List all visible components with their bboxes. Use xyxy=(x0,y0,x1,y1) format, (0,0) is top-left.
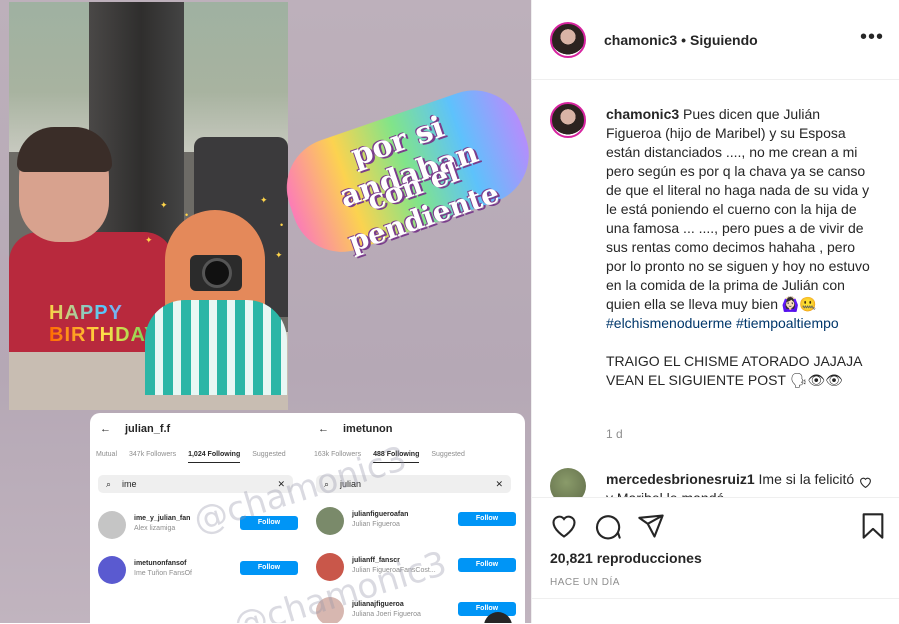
follow-button: Follow xyxy=(240,561,298,575)
row-fullname: Julian Figueroa xyxy=(352,521,400,528)
row-fullname: Ime Tuñon FansOf xyxy=(134,570,192,577)
row-username: imetunonfansof xyxy=(134,560,187,567)
save-bookmark-icon[interactable] xyxy=(859,512,887,540)
add-comment-area[interactable] xyxy=(532,598,899,624)
caption-body-2: TRAIGO EL CHISME ATORADO JAJAJA VEAN EL … xyxy=(606,353,862,388)
tab-following: 1,024 Following xyxy=(188,451,241,463)
panel-header: ← imetunon xyxy=(318,423,393,435)
panel-profile: imetunon xyxy=(343,423,393,435)
search-value: ime xyxy=(122,479,137,489)
header-user: chamonic3 • Siguiendo xyxy=(604,32,758,48)
list-item: imetunonfansof Ime Tuñon FansOf Follow xyxy=(98,554,298,586)
row-fullname: Alex lizamiga xyxy=(134,525,176,532)
panel-tabs: Mutual 347k Followers 1,024 Following Su… xyxy=(96,451,300,463)
panel-profile: julian_f.f xyxy=(125,423,171,435)
like-heart-icon[interactable] xyxy=(550,512,578,540)
follow-button: Follow xyxy=(458,558,516,572)
caption-text: chamonic3 Pues dicen que Julián Figueroa… xyxy=(606,105,876,390)
row-fullname: Juliana Joeri Figueroa xyxy=(352,611,421,618)
girl-shirt xyxy=(145,300,287,395)
search-icon: ⌕ xyxy=(106,479,112,489)
share-icon[interactable] xyxy=(637,512,665,540)
post-header: chamonic3 • Siguiendo ••• xyxy=(532,0,899,80)
comment-username[interactable]: mercedesbrionesruiz1 xyxy=(606,471,755,487)
comment-text: mercedesbrionesruiz1 Ime si la felicitó … xyxy=(606,470,856,497)
views-count[interactable]: 20,821 reproducciones xyxy=(550,550,702,566)
comment-row: mercedesbrionesruiz1 Ime si la felicitó … xyxy=(532,460,899,497)
row-username: ime_y_julian_fan xyxy=(134,515,191,522)
caption-body: Pues dicen que Julián Figueroa (hijo de … xyxy=(606,106,870,312)
tab-suggested: Suggested xyxy=(431,451,465,458)
hashtag-link[interactable]: #elchismenoduerme xyxy=(606,315,732,331)
tab-mutual: Mutual xyxy=(96,451,118,458)
avatar xyxy=(316,507,344,535)
tab-followers: 347k Followers xyxy=(129,451,177,458)
list-item: julianfigueroafan Julian Figueroa Follow xyxy=(316,505,516,537)
photographer-girl-sticker xyxy=(140,205,290,395)
heart-icon[interactable] xyxy=(859,476,872,491)
caption: chamonic3 Pues dicen que Julián Figueroa… xyxy=(532,80,899,460)
separator: • xyxy=(681,32,687,48)
avatar[interactable] xyxy=(550,22,586,58)
more-options-icon[interactable]: ••• xyxy=(860,26,884,49)
avatar[interactable] xyxy=(550,102,586,138)
hashtag-link[interactable]: #tiempoaltiempo xyxy=(736,315,839,331)
back-arrow-icon: ← xyxy=(318,423,329,435)
post-time[interactable]: HACE UN DÍA xyxy=(550,577,620,588)
panel-header: ← julian_f.f xyxy=(100,423,170,435)
avatar xyxy=(98,511,126,539)
caption-username[interactable]: chamonic3 xyxy=(606,106,679,122)
back-arrow-icon: ← xyxy=(100,423,111,435)
row-username: julianfigueroafan xyxy=(352,511,409,518)
header-username[interactable]: chamonic3 xyxy=(604,32,677,48)
post-media[interactable]: HAPPY BIRTHDAY ✦ • ✦ • ✦ ✦ por si andaba… xyxy=(0,0,531,623)
avatar[interactable] xyxy=(550,468,586,497)
following-button[interactable]: Siguiendo xyxy=(690,32,758,48)
post-sidebar: chamonic3 • Siguiendo ••• chamonic3 Pues d… xyxy=(531,0,899,623)
camera-lens xyxy=(202,258,232,288)
clear-icon: ✕ xyxy=(495,479,503,489)
tab-suggested: Suggested xyxy=(252,451,286,458)
comment-icon[interactable] xyxy=(594,512,622,540)
avatar xyxy=(98,556,126,584)
follow-button: Follow xyxy=(458,512,516,526)
caption-age: 1 d xyxy=(606,427,623,441)
follow-button: Follow xyxy=(458,602,516,616)
